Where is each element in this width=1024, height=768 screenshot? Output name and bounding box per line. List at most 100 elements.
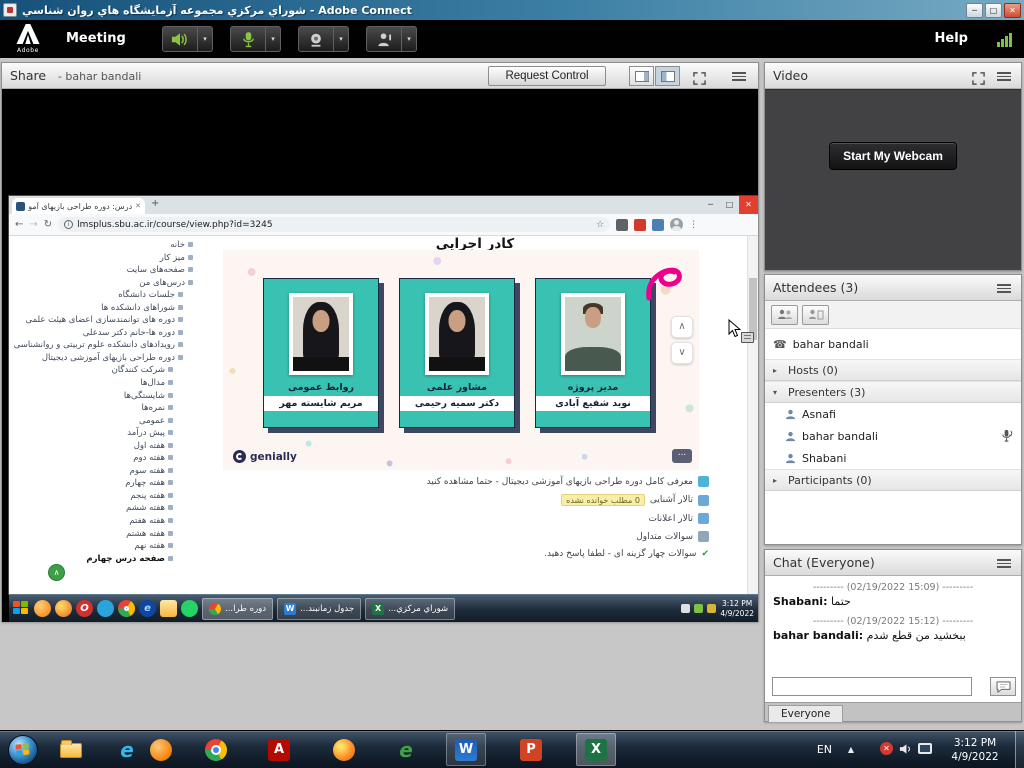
folder-icon[interactable] bbox=[160, 600, 177, 617]
site-info-icon[interactable]: i bbox=[64, 220, 73, 229]
messenger-icon[interactable] bbox=[97, 600, 114, 617]
genially-brand[interactable]: genially bbox=[233, 450, 297, 463]
embed-options-button[interactable]: ... bbox=[672, 449, 692, 463]
firefox-icon[interactable] bbox=[55, 600, 72, 617]
expanded-caret-icon[interactable]: ▾ bbox=[773, 388, 782, 397]
presenters-group-row[interactable]: ▾ Presenters (3) bbox=[765, 381, 1021, 403]
sidebar-link[interactable]: دوره طراحی بازیهای آموزشی دیجیتال bbox=[11, 353, 195, 364]
language-indicator[interactable]: EN bbox=[817, 743, 832, 756]
browser-close-button[interactable]: ✕ bbox=[739, 196, 758, 214]
browser-active-tab[interactable]: درس: دوره طراحی بازیهای آموزشی ✕ bbox=[12, 198, 145, 214]
request-control-button[interactable]: Request Control bbox=[488, 66, 606, 86]
sidebar-link[interactable]: مدال‌ها bbox=[11, 378, 195, 389]
sidebar-link[interactable]: نمره‌ها bbox=[11, 403, 195, 414]
chat-input[interactable] bbox=[772, 677, 972, 696]
address-bar[interactable]: i lmsplus.sbu.ac.ir/course/view.php?id=3… bbox=[58, 217, 610, 232]
attendee-view-button[interactable] bbox=[771, 305, 798, 325]
participants-group-row[interactable]: ▸ Participants (0) bbox=[765, 469, 1021, 491]
webcam-dropdown[interactable]: ▾ bbox=[334, 26, 349, 52]
sidebar-link[interactable]: هفته سوم bbox=[11, 466, 195, 477]
chrome-icon[interactable] bbox=[203, 737, 229, 763]
slide-down-button[interactable]: ∨ bbox=[671, 342, 693, 364]
status-dropdown[interactable]: ▾ bbox=[402, 26, 417, 52]
sidebar-link[interactable]: هفته اول bbox=[11, 441, 195, 452]
show-desktop-button[interactable] bbox=[1015, 731, 1024, 768]
shared-clock[interactable]: 3:12 PM4/9/2022 bbox=[720, 599, 754, 618]
sidebar-link[interactable]: هفته پنجم bbox=[11, 491, 195, 502]
scroll-to-top-button[interactable]: ∧ bbox=[48, 564, 65, 581]
sidebar-link[interactable]: هفته چهارم bbox=[11, 478, 195, 489]
chat-send-button[interactable] bbox=[990, 677, 1016, 696]
collapsed-caret-icon[interactable]: ▸ bbox=[773, 366, 782, 375]
shared-start-button[interactable] bbox=[13, 601, 30, 617]
microphone-icon[interactable] bbox=[230, 26, 266, 52]
chat-pod-menu-icon[interactable] bbox=[997, 559, 1011, 569]
breakout-view-button[interactable] bbox=[802, 305, 829, 325]
tray-expand-icon[interactable]: ▲ bbox=[848, 745, 854, 754]
sidebar-link[interactable]: شایستگی‌ها bbox=[11, 391, 195, 402]
word-icon[interactable]: W bbox=[453, 737, 479, 763]
sidebar-link[interactable]: خانه bbox=[11, 240, 195, 251]
sidebar-link[interactable]: جلسات دانشگاه bbox=[11, 290, 195, 301]
sidebar-link[interactable]: دوره های توانمندسازی اعضای هیئت علمی bbox=[11, 315, 195, 326]
volume-icon[interactable] bbox=[899, 743, 912, 755]
layout-toggle-left-icon[interactable] bbox=[629, 66, 654, 86]
back-icon[interactable]: ← bbox=[15, 219, 23, 230]
sidebar-link[interactable]: هفته هفتم bbox=[11, 516, 195, 527]
action-center-alert-icon[interactable]: ✕ bbox=[880, 742, 893, 755]
extension-icon[interactable] bbox=[616, 219, 628, 231]
extension-icon-2[interactable] bbox=[652, 219, 664, 231]
attendee-row[interactable]: Shabani bbox=[765, 447, 1021, 469]
scrollbar-thumb[interactable] bbox=[749, 278, 757, 340]
sidebar-link[interactable]: درس‌های من bbox=[11, 278, 195, 289]
taskbar-clock[interactable]: 3:12 PM4/9/2022 bbox=[942, 736, 1008, 764]
whatsapp-icon[interactable] bbox=[181, 600, 198, 617]
attendee-row[interactable]: Asnafi bbox=[765, 403, 1021, 425]
taskbar-window-chrome[interactable]: دوره طرا... bbox=[202, 598, 273, 620]
forward-icon[interactable]: → bbox=[29, 219, 37, 230]
browser-menu-kebab-icon[interactable]: ⋮ bbox=[689, 220, 698, 230]
browser-maximize-button[interactable]: □ bbox=[720, 196, 739, 214]
ie-icon[interactable]: e bbox=[139, 600, 156, 617]
layout-toggle-right-icon[interactable] bbox=[655, 66, 680, 86]
taskbar-window-word[interactable]: W جدول زمانبند... bbox=[277, 598, 361, 620]
windows-start-button[interactable] bbox=[8, 735, 38, 765]
tab-close-icon[interactable]: ✕ bbox=[135, 202, 141, 210]
sidebar-link-current[interactable]: صفحه درس چهارم bbox=[11, 554, 195, 565]
reload-icon[interactable]: ↻ bbox=[44, 219, 52, 230]
sidebar-link[interactable]: پیش درآمد bbox=[11, 428, 195, 439]
microphone-dropdown[interactable]: ▾ bbox=[266, 26, 281, 52]
speaker-icon[interactable] bbox=[162, 26, 198, 52]
attendees-pod-menu-icon[interactable] bbox=[997, 284, 1011, 294]
sidebar-link[interactable]: هفته هشتم bbox=[11, 529, 195, 540]
sidebar-link[interactable]: شوراهای دانشکده ها bbox=[11, 303, 195, 314]
sidebar-link[interactable]: هفته نهم bbox=[11, 541, 195, 552]
attendee-row[interactable]: bahar bandali bbox=[765, 425, 1021, 447]
sidebar-link[interactable]: شرکت کنندگان bbox=[11, 365, 195, 376]
tray-icon[interactable] bbox=[681, 604, 690, 613]
course-link[interactable]: معرفی کامل دوره طراحی بازیهای آموزشی دیج… bbox=[427, 477, 693, 487]
adblock-extension-icon[interactable] bbox=[634, 219, 646, 231]
webcam-icon[interactable] bbox=[298, 26, 334, 52]
browser-minimize-button[interactable]: ─ bbox=[701, 196, 720, 214]
help-menu[interactable]: Help bbox=[935, 31, 968, 46]
hosts-group-row[interactable]: ▸ Hosts (0) bbox=[765, 359, 1021, 381]
share-pod-menu-icon[interactable] bbox=[732, 72, 746, 82]
start-webcam-button[interactable]: Start My Webcam bbox=[829, 142, 957, 170]
sidebar-link[interactable]: رویدادهای دانشکده علوم تربیتی و روانشناس… bbox=[11, 340, 195, 351]
taskbar-window-excel[interactable]: X شوراي مركزي... bbox=[365, 598, 455, 620]
sidebar-link[interactable]: دوره ها-خانم دکتر سدعلی bbox=[11, 328, 195, 339]
slide-up-button[interactable]: ∧ bbox=[671, 316, 693, 338]
chat-tab-everyone[interactable]: Everyone bbox=[768, 705, 843, 722]
powerpoint-icon[interactable]: P bbox=[518, 737, 544, 763]
tray-icon[interactable] bbox=[707, 604, 716, 613]
new-tab-button[interactable]: + bbox=[151, 198, 159, 209]
sidebar-link[interactable]: هفته دوم bbox=[11, 453, 195, 464]
browser-profile-avatar[interactable] bbox=[670, 218, 683, 231]
sidebar-link[interactable]: عمومی bbox=[11, 416, 195, 427]
video-pod-menu-icon[interactable] bbox=[997, 72, 1011, 82]
course-link[interactable]: سوالات متداول bbox=[636, 532, 693, 542]
raise-hand-status-icon[interactable] bbox=[366, 26, 402, 52]
ie-icon[interactable]: e bbox=[114, 737, 140, 763]
sidebar-link[interactable]: صفحه‌های سایت bbox=[11, 265, 195, 276]
